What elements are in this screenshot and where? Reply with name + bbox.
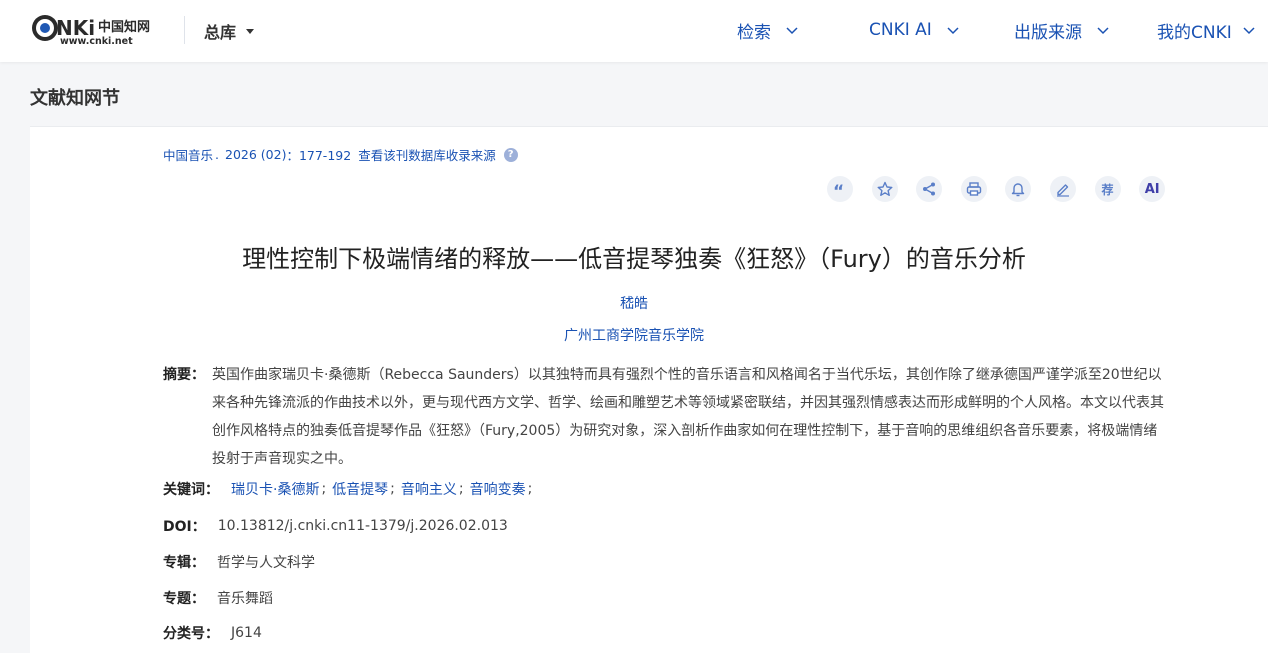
keyword-separator: ; — [458, 481, 464, 497]
print-button[interactable] — [960, 176, 987, 202]
abstract: 摘要： 英国作曲家瑞贝卡·桑德斯（Rebecca Saunders）以其独特而具… — [163, 361, 1167, 473]
chevron-down-icon — [785, 25, 799, 35]
keywords-row: 关键词： 瑞贝卡·桑德斯; 低音提琴; 音响主义; 音响变奏; — [163, 479, 538, 499]
keyword-separator: ; — [527, 481, 533, 497]
favorite-button[interactable] — [871, 176, 898, 202]
chevron-down-icon — [946, 25, 960, 35]
star-icon — [877, 181, 893, 197]
source-line: 中国音乐 . 2026 (02) ：177-192 查看该刊数据库收录来源 ? — [163, 145, 518, 164]
album-value: 哲学与人文科学 — [217, 555, 315, 571]
page-range: ：177-192 — [286, 148, 352, 163]
keywords-label: 关键词： — [163, 482, 219, 498]
topic-row: 专题： 音乐舞蹈 — [163, 588, 273, 608]
logo-divider — [184, 16, 185, 44]
top-navigation-bar: NKi 中国知网 www.cnki.net 总库 检索 CNKI AI 出版来源… — [0, 0, 1268, 62]
help-icon[interactable]: ? — [503, 147, 518, 162]
svg-text:中国知网: 中国知网 — [98, 19, 150, 35]
nav-search[interactable]: 检索 — [737, 18, 799, 43]
author-link[interactable]: 嵇皓 — [0, 293, 1268, 313]
quote-button[interactable]: “ — [827, 176, 853, 202]
doi-value: 10.13812/j.cnki.cn11-1379/j.2026.02.013 — [217, 518, 508, 534]
ai-icon: AI — [1144, 181, 1160, 197]
nav-publication-source[interactable]: 出版来源 — [1014, 18, 1110, 43]
issue-link[interactable]: 2026 (02) — [225, 147, 286, 162]
share-icon — [923, 182, 936, 196]
keyword-separator: ; — [390, 481, 395, 497]
nav-my-cnki[interactable]: 我的CNKI — [1157, 18, 1256, 43]
note-button[interactable] — [1049, 176, 1076, 202]
keyword-link[interactable]: 音响主义 — [401, 479, 457, 499]
chevron-down-icon — [1096, 25, 1110, 35]
article-panel: 中国音乐 . 2026 (02) ：177-192 查看该刊数据库收录来源 ? … — [30, 126, 1268, 653]
topic-label: 专题： — [163, 591, 205, 607]
nav-search-label: 检索 — [737, 22, 771, 43]
chevron-down-icon — [1242, 25, 1256, 35]
keyword-link[interactable]: 低音提琴 — [332, 479, 388, 499]
ai-button[interactable]: AI — [1139, 176, 1166, 202]
library-label: 总库 — [204, 23, 237, 42]
svg-text:www.cnki.net: www.cnki.net — [60, 36, 133, 47]
page-title: 文献知网节 — [30, 88, 120, 109]
abstract-label: 摘要： — [163, 367, 205, 383]
print-icon — [966, 182, 981, 196]
article-title: 理性控制下极端情绪的释放——低音提琴独奏《狂怒》（Fury）的音乐分析 — [242, 245, 1026, 273]
nav-publication-source-label: 出版来源 — [1014, 22, 1082, 43]
source-separator: . — [215, 147, 219, 162]
recommend-button[interactable]: 荐 — [1094, 176, 1121, 202]
abstract-text: 英国作曲家瑞贝卡·桑德斯（Rebecca Saunders）以其独特而具有强烈个… — [212, 367, 1164, 467]
topic-value: 音乐舞蹈 — [217, 591, 273, 607]
classification-row: 分类号： J614 — [163, 623, 262, 643]
database-source-link[interactable]: 查看该刊数据库收录来源 — [358, 145, 496, 164]
journal-link[interactable]: 中国音乐 — [163, 145, 213, 164]
svg-text:“: “ — [833, 183, 844, 195]
caret-down-icon — [246, 28, 255, 34]
album-label: 专辑： — [163, 555, 205, 571]
doi-row: DOI： 10.13812/j.cnki.cn11-1379/j.2026.02… — [163, 516, 508, 536]
share-button[interactable] — [916, 176, 943, 202]
keyword-link[interactable]: 音响变奏 — [470, 479, 526, 499]
keyword-link[interactable]: 瑞贝卡·桑德斯 — [231, 479, 319, 499]
classification-value: J614 — [231, 625, 262, 641]
edit-icon — [1056, 184, 1069, 197]
nav-cnki-ai-label: CNKI AI — [869, 20, 932, 40]
keyword-separator: ; — [321, 481, 327, 497]
quote-icon: “ — [833, 183, 844, 195]
affiliation-link[interactable]: 广州工商学院音乐学院 — [0, 325, 1268, 345]
recommend-icon: 荐 — [1101, 182, 1114, 197]
subscribe-button[interactable] — [1005, 176, 1032, 202]
classification-label: 分类号： — [163, 626, 219, 642]
album-row: 专辑： 哲学与人文科学 — [163, 552, 315, 572]
nav-my-cnki-label: 我的CNKI — [1157, 22, 1232, 43]
article-toolbar: “ 荐 AI — [827, 176, 1166, 202]
nav-cnki-ai[interactable]: CNKI AI — [869, 18, 960, 42]
cnki-logo[interactable]: NKi 中国知网 www.cnki.net — [30, 11, 165, 47]
bell-icon — [1012, 183, 1025, 197]
library-dropdown[interactable]: 总库 — [204, 19, 255, 43]
doi-label: DOI： — [163, 519, 206, 535]
